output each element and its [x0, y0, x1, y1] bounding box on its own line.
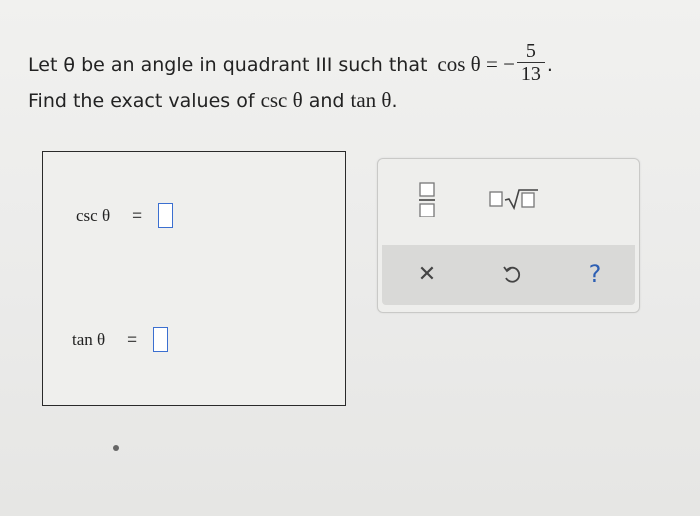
close-icon: ✕ [417, 261, 437, 287]
problem-statement-line2: Find the exact values of csc θ and tan θ… [28, 88, 398, 113]
problem-statement-line1: Let θ be an angle in quadrant III such t… [28, 40, 553, 87]
fraction-button[interactable] [414, 177, 440, 221]
problem-intro: Let θ be an angle in quadrant III such t… [28, 53, 428, 76]
help-icon: ? [588, 260, 602, 288]
cos-expression: cos θ = − [437, 52, 515, 76]
sentence-period: . [546, 53, 553, 76]
tan-label: tan θ [350, 88, 392, 112]
equals-sign: = [132, 205, 143, 225]
sqrt-icon [489, 189, 538, 211]
undo-button[interactable] [498, 260, 526, 288]
find-text: Find the exact values of [28, 90, 255, 112]
fraction-5-13: 5 13 [516, 40, 545, 85]
and-text: and [308, 90, 345, 112]
radical-button[interactable] [486, 185, 542, 213]
help-button[interactable]: ? [581, 258, 609, 290]
tan-answer-label: tan θ [72, 329, 106, 349]
equals-sign: = [127, 329, 138, 349]
fraction-numerator: 5 [525, 40, 536, 62]
sentence-period-2: . [391, 90, 398, 112]
csc-answer-label: csc θ [76, 205, 111, 225]
math-palette: ✕ ? [377, 158, 640, 313]
fraction-denominator: 13 [516, 62, 545, 85]
csc-label: csc θ [260, 88, 303, 112]
stray-dot [113, 445, 119, 451]
undo-icon [503, 266, 521, 283]
answer-box: csc θ = tan θ = [42, 151, 346, 406]
clear-button[interactable]: ✕ [414, 259, 440, 289]
csc-answer-input[interactable] [158, 203, 174, 228]
csc-answer-row: csc θ = [76, 203, 174, 228]
tan-answer-row: tan θ = [72, 327, 169, 352]
tan-answer-input[interactable] [153, 327, 169, 352]
fraction-icon [419, 182, 435, 217]
